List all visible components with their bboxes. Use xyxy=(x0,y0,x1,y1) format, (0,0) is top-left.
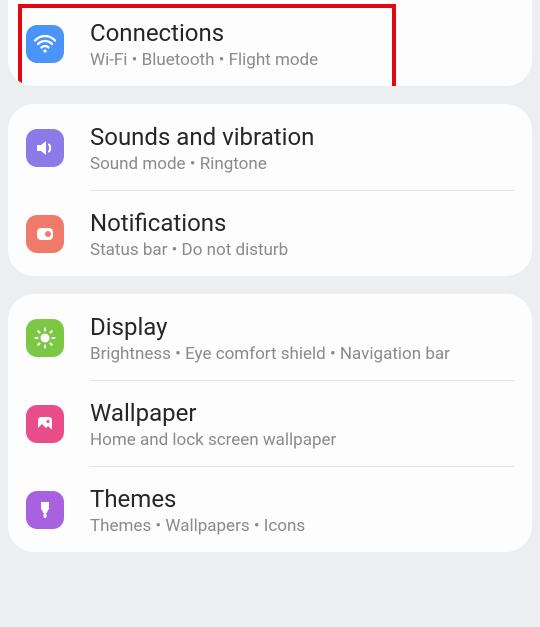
wifi-icon xyxy=(26,25,64,63)
settings-item-subtitle: Status bar • Do not disturb xyxy=(90,240,288,260)
settings-item-sounds[interactable]: Sounds and vibration Sound mode • Ringto… xyxy=(8,104,532,190)
brush-icon xyxy=(26,491,64,529)
settings-item-themes[interactable]: Themes Themes • Wallpapers • Icons xyxy=(8,466,532,552)
settings-item-text: Wallpaper Home and lock screen wallpaper xyxy=(90,398,336,450)
settings-item-text: Connections Wi-Fi • Bluetooth • Flight m… xyxy=(90,18,318,70)
settings-item-title: Notifications xyxy=(90,208,288,238)
settings-item-text: Notifications Status bar • Do not distur… xyxy=(90,208,288,260)
settings-item-wallpaper[interactable]: Wallpaper Home and lock screen wallpaper xyxy=(8,380,532,466)
settings-group-2: Sounds and vibration Sound mode • Ringto… xyxy=(8,104,532,276)
settings-item-title: Wallpaper xyxy=(90,398,336,428)
settings-item-subtitle: Themes • Wallpapers • Icons xyxy=(90,516,305,536)
settings-item-subtitle: Home and lock screen wallpaper xyxy=(90,430,336,450)
settings-item-text: Themes Themes • Wallpapers • Icons xyxy=(90,484,305,536)
settings-item-title: Sounds and vibration xyxy=(90,122,314,152)
settings-item-subtitle: Sound mode • Ringtone xyxy=(90,154,314,174)
settings-item-connections[interactable]: Connections Wi-Fi • Bluetooth • Flight m… xyxy=(8,0,532,86)
settings-item-text: Display Brightness • Eye comfort shield … xyxy=(90,312,450,364)
settings-item-text: Sounds and vibration Sound mode • Ringto… xyxy=(90,122,314,174)
settings-group-1: Connections Wi-Fi • Bluetooth • Flight m… xyxy=(8,0,532,86)
settings-item-display[interactable]: Display Brightness • Eye comfort shield … xyxy=(8,294,532,380)
speaker-icon xyxy=(26,129,64,167)
sun-icon xyxy=(26,319,64,357)
notification-icon xyxy=(26,215,64,253)
settings-group-3: Display Brightness • Eye comfort shield … xyxy=(8,294,532,552)
settings-item-subtitle: Wi-Fi • Bluetooth • Flight mode xyxy=(90,50,318,70)
settings-item-title: Themes xyxy=(90,484,305,514)
settings-item-title: Connections xyxy=(90,18,318,48)
settings-item-subtitle: Brightness • Eye comfort shield • Naviga… xyxy=(90,344,450,364)
image-icon xyxy=(26,405,64,443)
settings-item-notifications[interactable]: Notifications Status bar • Do not distur… xyxy=(8,190,532,276)
settings-item-title: Display xyxy=(90,312,450,342)
